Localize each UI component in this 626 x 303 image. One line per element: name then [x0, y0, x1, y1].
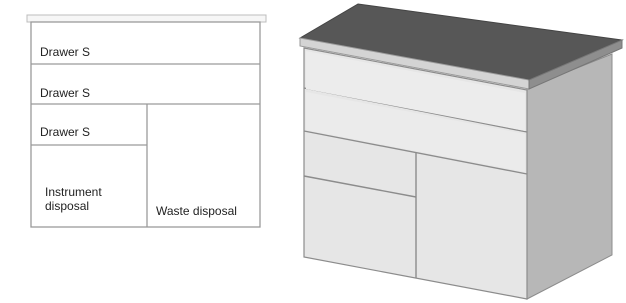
cabinet-3d: [298, 3, 624, 300]
label-drawer-top: Drawer S: [40, 45, 91, 59]
label-drawer-middle: Drawer S: [40, 86, 91, 100]
cabinet-diagram: [26, 3, 624, 300]
plan-top-lip: [26, 14, 267, 23]
label-instrument-disposal: Instrument disposal: [45, 185, 102, 213]
label-drawer-small: Drawer S: [40, 125, 91, 139]
cabinet-side-panel: [526, 53, 613, 300]
label-waste-disposal: Waste disposal: [156, 204, 237, 218]
